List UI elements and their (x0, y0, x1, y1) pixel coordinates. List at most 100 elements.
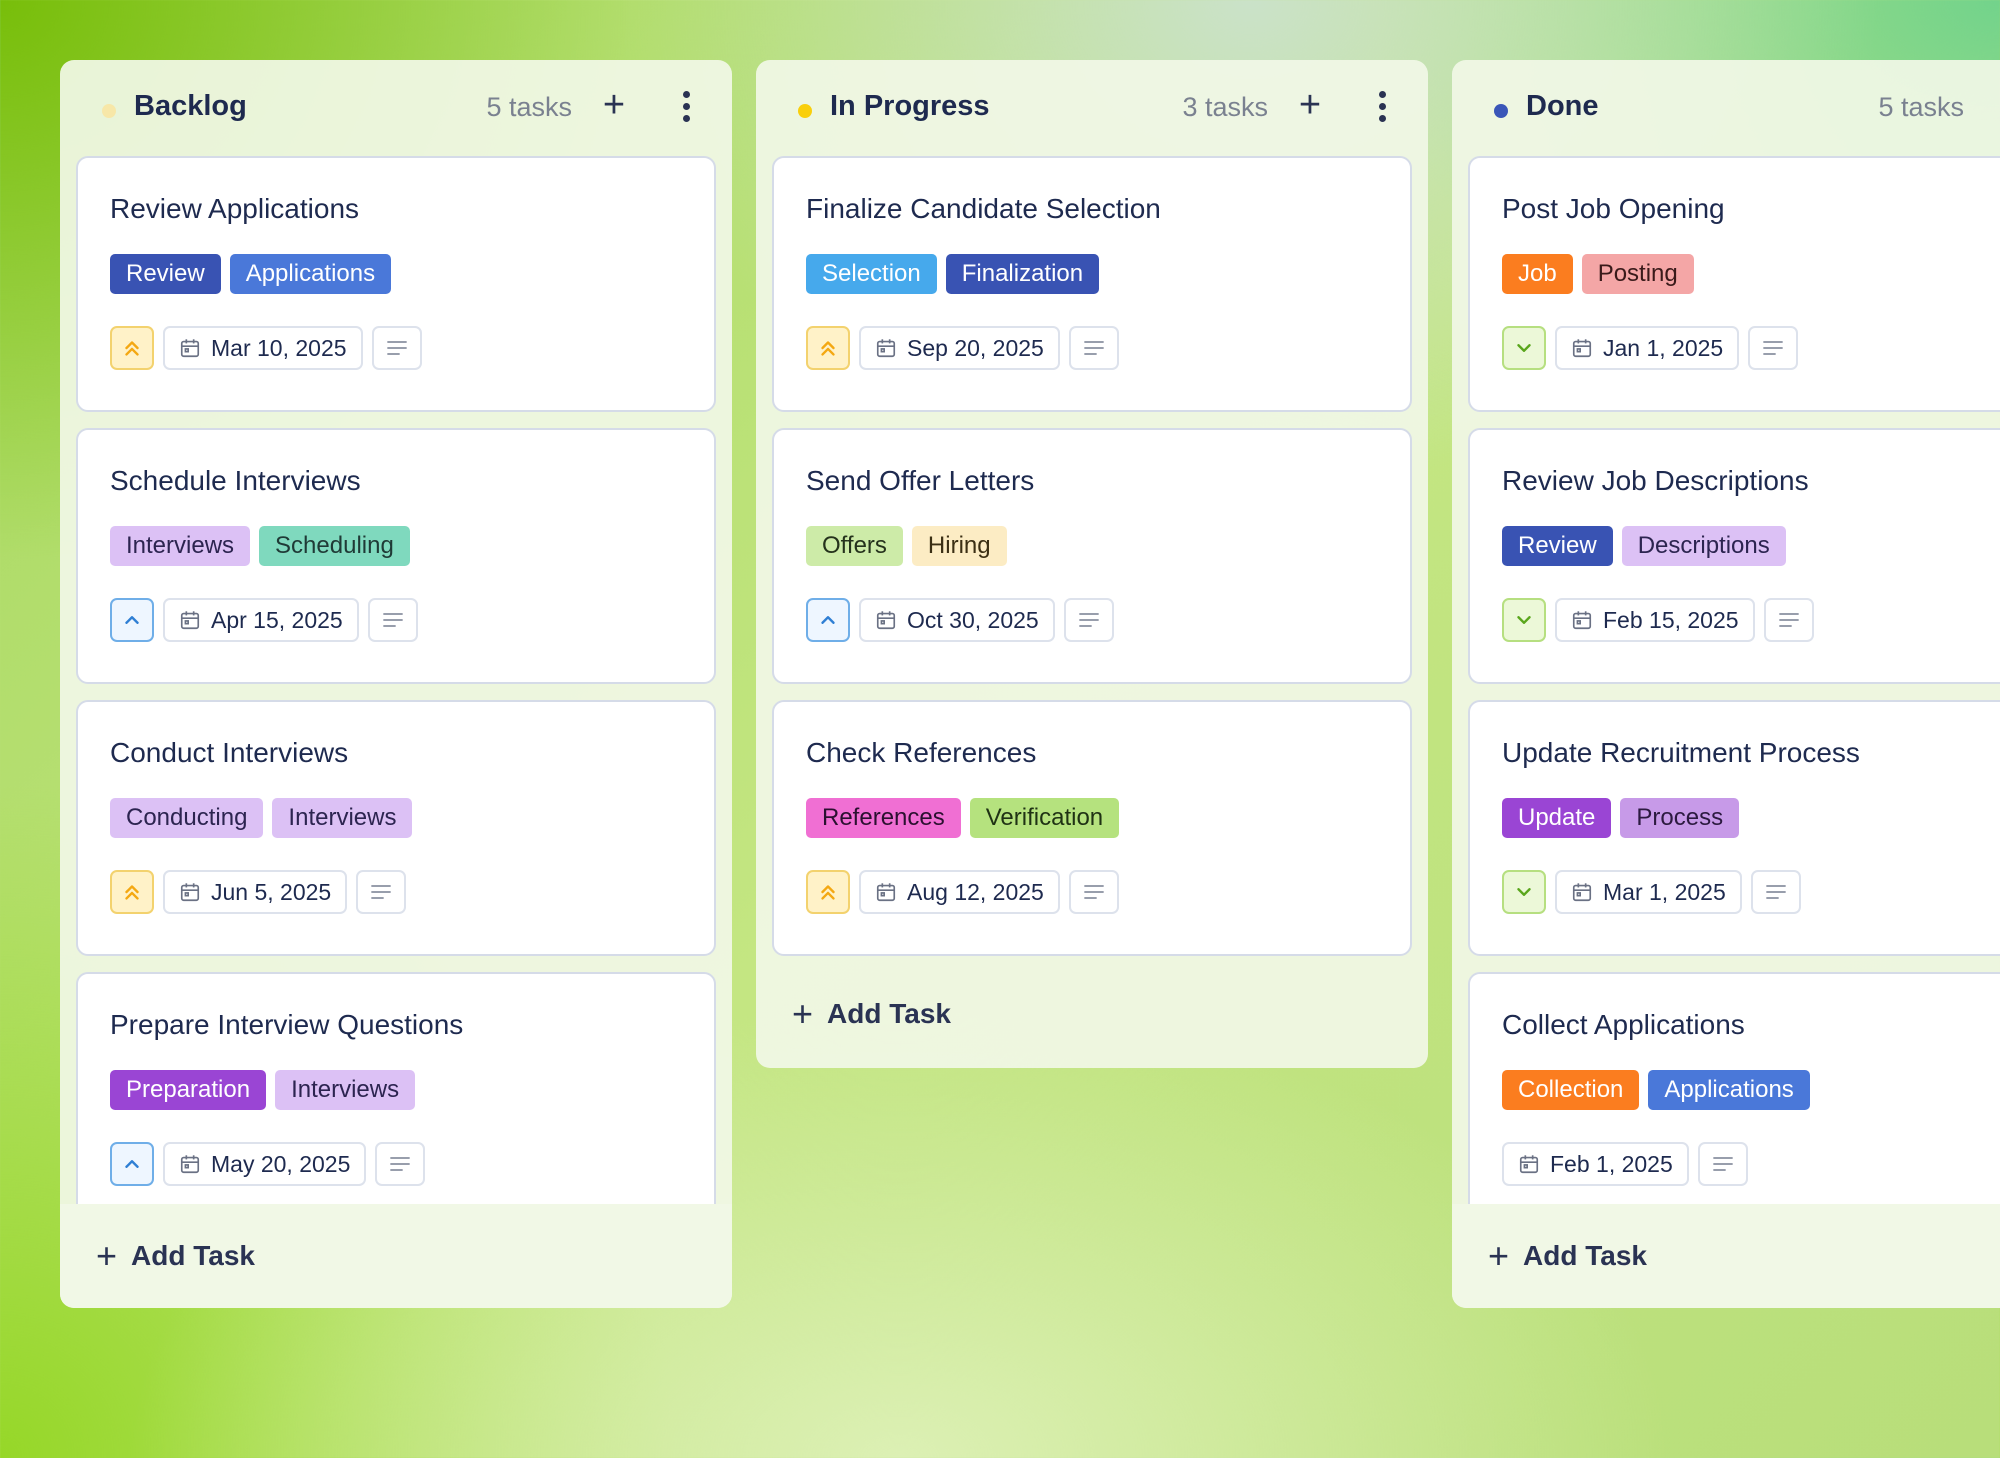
description-button[interactable] (1750, 870, 1801, 914)
task-card[interactable]: Update Recruitment Process Update Proces… (1468, 700, 2000, 956)
due-date-button[interactable]: Jun 5, 2025 (163, 870, 348, 914)
due-date-button[interactable]: Mar 1, 2025 (1555, 870, 1742, 914)
task-card[interactable]: Check References References Verification… (772, 700, 1412, 956)
tag-list: Review Applications (110, 254, 682, 294)
card-meta: Feb 1, 2025 (1502, 1142, 2000, 1190)
tag[interactable]: References (806, 798, 961, 838)
tag[interactable]: Job (1502, 254, 1573, 294)
card-title: Send Offer Letters (806, 465, 1035, 496)
card-title: Finalize Candidate Selection (806, 193, 1161, 224)
tag-list: Job Posting (1502, 254, 2000, 294)
calendar-icon (876, 611, 896, 630)
description-button[interactable] (1763, 598, 1814, 642)
tag[interactable]: Finalization (945, 254, 1100, 294)
task-card[interactable]: Post Job Opening Job Posting Jan 1, 2025 (1468, 156, 2000, 412)
description-button[interactable] (367, 598, 418, 642)
tag[interactable]: Review (1502, 526, 1613, 566)
tag[interactable]: Update (1502, 798, 1612, 838)
due-date: Mar 10, 2025 (211, 334, 347, 361)
tag[interactable]: Interviews (110, 526, 251, 566)
task-card[interactable]: Conduct Interviews Conducting Interviews… (76, 700, 716, 956)
card-meta: Sep 20, 2025 (806, 326, 1378, 374)
tag[interactable]: Preparation (110, 1070, 267, 1110)
task-card[interactable]: Review Job Descriptions Review Descripti… (1468, 428, 2000, 684)
tag[interactable]: Posting (1581, 254, 1694, 294)
priority-low-button[interactable] (1502, 598, 1546, 642)
tag-list: Preparation Interviews (110, 1070, 682, 1110)
add-card-button[interactable]: + (594, 86, 634, 126)
tag[interactable]: Conducting (110, 798, 264, 838)
text-lines-icon (1765, 885, 1786, 899)
due-date-button[interactable]: May 20, 2025 (163, 1142, 367, 1186)
add-task-button[interactable]: + Add Task (96, 1238, 255, 1274)
card-meta: Jan 1, 2025 (1502, 326, 2000, 374)
column-title: Done (1526, 90, 1599, 122)
priority-high-button[interactable] (110, 326, 154, 370)
due-date-button[interactable]: Aug 12, 2025 (859, 870, 1060, 914)
priority-low-button[interactable] (1502, 870, 1546, 914)
tag[interactable]: Interviews (272, 798, 413, 838)
due-date-button[interactable]: Apr 15, 2025 (163, 598, 359, 642)
tag[interactable]: Selection (806, 254, 937, 294)
calendar-icon (1572, 339, 1592, 358)
priority-low-button[interactable] (1502, 326, 1546, 370)
tag[interactable]: Process (1620, 798, 1740, 838)
due-date: May 20, 2025 (211, 1150, 351, 1177)
description-button[interactable] (371, 326, 422, 370)
due-date-button[interactable]: Feb 15, 2025 (1555, 598, 1755, 642)
priority-high-button[interactable] (806, 326, 850, 370)
kanban-board: Backlog 5 tasks + Review Applications Re… (0, 0, 2000, 1458)
priority-medium-button[interactable] (110, 1142, 154, 1186)
tag[interactable]: Applications (229, 254, 392, 294)
task-card[interactable]: Review Applications Review Applications … (76, 156, 716, 412)
task-card[interactable]: Schedule Interviews Interviews Schedulin… (76, 428, 716, 684)
tag[interactable]: Interviews (275, 1070, 416, 1110)
task-card[interactable]: Send Offer Letters Offers Hiring Oct 30,… (772, 428, 1412, 684)
text-lines-icon (1083, 885, 1104, 899)
chevrons-up-icon (125, 885, 139, 900)
plus-icon: + (96, 1235, 118, 1276)
chevrons-up-icon (821, 885, 835, 900)
description-button[interactable] (356, 870, 407, 914)
more-vertical-icon[interactable] (1372, 86, 1392, 126)
card-meta: Mar 1, 2025 (1502, 870, 2000, 918)
due-date-button[interactable]: Sep 20, 2025 (859, 326, 1060, 370)
calendar-icon (180, 611, 200, 630)
task-card[interactable]: Prepare Interview Questions Preparation … (76, 972, 716, 1206)
add-task-button[interactable]: + Add Task (1488, 1238, 1647, 1274)
priority-high-button[interactable] (806, 870, 850, 914)
add-task-button[interactable]: + Add Task (792, 996, 1428, 1032)
text-lines-icon (386, 341, 407, 355)
description-button[interactable] (375, 1142, 426, 1186)
tag[interactable]: Offers (806, 526, 903, 566)
description-button[interactable] (1063, 598, 1114, 642)
priority-high-button[interactable] (110, 870, 154, 914)
tag[interactable]: Hiring (911, 526, 1007, 566)
tag[interactable]: Descriptions (1621, 526, 1786, 566)
tag[interactable]: Review (110, 254, 221, 294)
chevron-up-icon (125, 1160, 139, 1168)
calendar-icon (876, 883, 896, 902)
priority-medium-button[interactable] (806, 598, 850, 642)
description-button[interactable] (1068, 326, 1119, 370)
description-button[interactable] (1697, 1142, 1748, 1186)
more-vertical-icon[interactable] (676, 86, 696, 126)
due-date-button[interactable]: Feb 1, 2025 (1502, 1142, 1689, 1186)
column-title: Backlog (134, 90, 247, 122)
tag[interactable]: Applications (1648, 1070, 1810, 1110)
task-count: 3 tasks (1182, 92, 1268, 122)
tag[interactable]: Scheduling (259, 526, 410, 566)
tag[interactable]: Collection (1502, 1070, 1640, 1110)
plus-icon: + (792, 993, 814, 1034)
text-lines-icon (371, 885, 392, 899)
priority-medium-button[interactable] (110, 598, 154, 642)
description-button[interactable] (1068, 870, 1119, 914)
tag[interactable]: Verification (969, 798, 1120, 838)
due-date-button[interactable]: Oct 30, 2025 (859, 598, 1055, 642)
task-card[interactable]: Collect Applications Collection Applicat… (1468, 972, 2000, 1206)
due-date-button[interactable]: Jan 1, 2025 (1555, 326, 1740, 370)
description-button[interactable] (1748, 326, 1799, 370)
add-card-button[interactable]: + (1290, 86, 1330, 126)
task-card[interactable]: Finalize Candidate Selection Selection F… (772, 156, 1412, 412)
due-date-button[interactable]: Mar 10, 2025 (163, 326, 363, 370)
